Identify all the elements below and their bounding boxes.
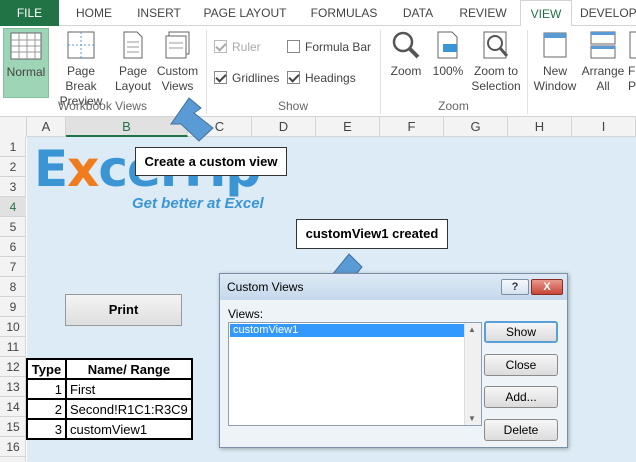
- print-button[interactable]: Print: [65, 294, 182, 326]
- table-header-name-range: Name/ Range: [65, 358, 193, 380]
- help-button[interactable]: ?: [501, 279, 529, 295]
- list-item[interactable]: customView1: [230, 324, 464, 337]
- close-window-button[interactable]: X: [531, 279, 563, 295]
- table-cell-name[interactable]: First: [65, 378, 193, 400]
- table-cell-name[interactable]: Second!R1C1:R3C9: [65, 398, 193, 420]
- table-row: 1 First: [26, 378, 193, 400]
- table-cell-type[interactable]: 1: [26, 378, 67, 400]
- table-row: 2 Second!R1C1:R3C9: [26, 398, 193, 420]
- custom-views-table: Type Name/ Range 1 First 2 Second!R1C1:R…: [26, 358, 193, 440]
- table-header-type: Type: [26, 358, 67, 380]
- custom-views-dialog: Custom Views ? X Views: customView1 ▲ ▼ …: [219, 273, 568, 448]
- dialog-title: Custom Views: [227, 280, 304, 294]
- views-listbox[interactable]: customView1 ▲ ▼: [228, 322, 482, 426]
- views-label: Views:: [228, 307, 264, 321]
- add-button[interactable]: Add...: [484, 386, 558, 408]
- table-row: 3 customView1: [26, 418, 193, 440]
- scroll-up-icon[interactable]: ▲: [468, 325, 476, 334]
- table-cell-name[interactable]: customView1: [65, 418, 193, 440]
- close-button[interactable]: Close: [484, 354, 558, 376]
- delete-button[interactable]: Delete: [484, 419, 558, 441]
- arrow-up-icon: [170, 97, 214, 142]
- table-cell-type[interactable]: 2: [26, 398, 67, 420]
- views-scrollbar[interactable]: ▲ ▼: [464, 323, 481, 425]
- table-cell-type[interactable]: 3: [26, 418, 67, 440]
- table-header-row: Type Name/ Range: [26, 358, 193, 380]
- scroll-down-icon[interactable]: ▼: [468, 414, 476, 423]
- dialog-title-bar[interactable]: Custom Views ? X: [220, 274, 567, 300]
- show-button[interactable]: Show: [484, 321, 558, 343]
